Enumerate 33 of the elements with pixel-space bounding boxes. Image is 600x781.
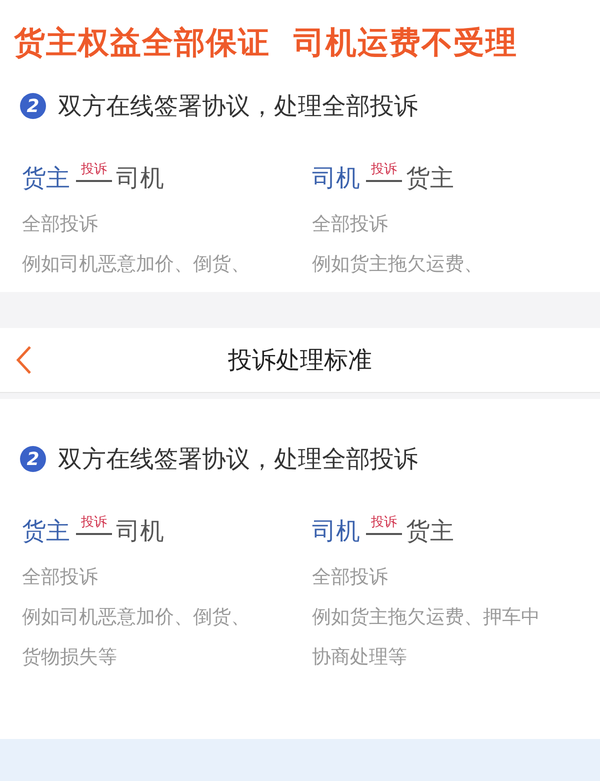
description-text: 协商处理等 — [312, 645, 408, 670]
description-text: 全部投诉 — [22, 212, 99, 237]
relation-label: 投诉 — [371, 516, 397, 529]
relation-line — [76, 533, 112, 535]
complainant-label: 司机 — [312, 163, 360, 194]
page-title: 投诉处理标准 — [228, 345, 372, 376]
relation-label: 投诉 — [81, 163, 107, 176]
relation-line — [366, 533, 402, 535]
section-title: 双方在线签署协议，处理全部投诉 — [58, 444, 418, 475]
respondent-label: 货主 — [406, 516, 454, 547]
section-title: 双方在线签署协议，处理全部投诉 — [58, 91, 418, 122]
description-text: 货物损失等 — [22, 645, 118, 670]
description-text: 例如货主拖欠运费、 — [312, 252, 484, 277]
relation-line — [76, 180, 112, 182]
relation-label: 投诉 — [371, 163, 397, 176]
respondent-label: 司机 — [116, 163, 164, 194]
step-number: 2 — [20, 93, 46, 119]
description-text: 全部投诉 — [312, 212, 389, 237]
respondent-label: 司机 — [116, 516, 164, 547]
banner-heading: 货主权益全部保证 司机运费不受理 — [13, 24, 519, 63]
relation-label: 投诉 — [81, 516, 107, 529]
description-text: 例如司机恶意加价、倒货、 — [22, 605, 251, 630]
complainant-label: 货主 — [22, 516, 70, 547]
relation-line — [366, 180, 402, 182]
step-number: 2 — [20, 446, 46, 472]
description-text: 例如货主拖欠运费、押车中 — [312, 605, 541, 630]
respondent-label: 货主 — [406, 163, 454, 194]
complainant-label: 司机 — [312, 516, 360, 547]
back-icon[interactable] — [16, 345, 32, 375]
complainant-label: 货主 — [22, 163, 70, 194]
description-text: 全部投诉 — [22, 565, 99, 590]
description-text: 全部投诉 — [312, 565, 389, 590]
description-text: 例如司机恶意加价、倒货、 — [22, 252, 251, 277]
